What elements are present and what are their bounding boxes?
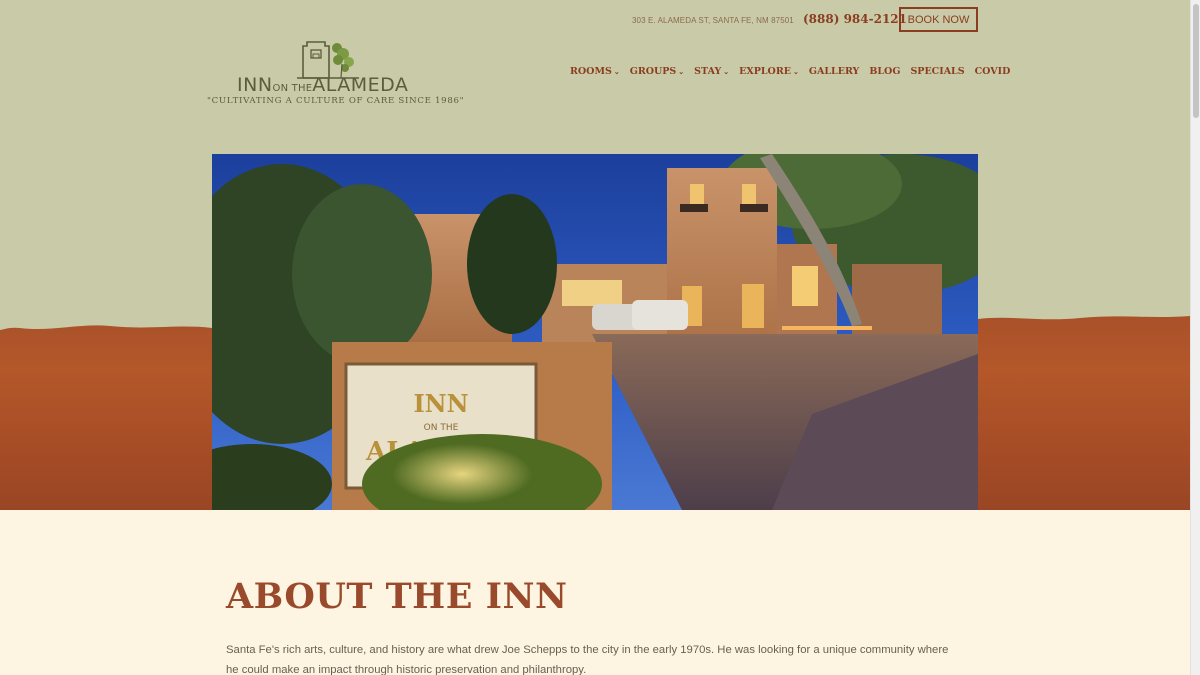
chevron-down-icon: ⌄: [613, 67, 620, 76]
about-paragraph: Santa Fe's rich arts, culture, and histo…: [226, 644, 949, 675]
hero-image: INN ON THE ALAMEDA: [212, 154, 978, 510]
nav-item-explore[interactable]: EXPLORE ⌄: [739, 66, 799, 77]
logo-wordmark: INNON THEALAMEDA: [237, 74, 409, 96]
nav-item-rooms[interactable]: ROOMS ⌄: [570, 66, 620, 77]
scrollbar-thumb[interactable]: [1193, 4, 1199, 118]
chevron-down-icon: ⌄: [723, 67, 730, 76]
nav-item-covid[interactable]: COVID: [975, 66, 1011, 77]
sign-text-inn: INN: [413, 389, 468, 418]
nav-item-stay[interactable]: STAY ⌄: [694, 66, 729, 77]
main-navigation: ROOMS ⌄ GROUPS ⌄ STAY ⌄ EXPLORE ⌄ GALLERY BL…: [570, 66, 1010, 77]
site-logo[interactable]: INNON THEALAMEDA "CULTIVATING A CULTURE …: [207, 36, 464, 112]
phone-link[interactable]: (888) 984-2121: [803, 12, 907, 26]
sign-text-on-the: ON THE: [424, 423, 459, 433]
chevron-down-icon: ⌄: [678, 67, 685, 76]
book-now-button[interactable]: BOOK NOW: [899, 7, 978, 32]
nav-item-gallery[interactable]: GALLERY: [809, 66, 859, 77]
scrollbar[interactable]: [1190, 0, 1200, 675]
chevron-down-icon: ⌄: [792, 67, 799, 76]
nav-item-groups[interactable]: GROUPS ⌄: [630, 66, 684, 77]
about-title: ABOUT THE INN: [226, 576, 568, 617]
logo-tagline: "CULTIVATING A CULTURE OF CARE SINCE 198…: [207, 96, 465, 106]
address-text: 303 E. ALAMEDA ST, SANTA FE, NM 87501: [632, 16, 794, 25]
nav-item-specials[interactable]: SPECIALS: [910, 66, 964, 77]
nav-item-blog[interactable]: BLOG: [869, 66, 900, 77]
